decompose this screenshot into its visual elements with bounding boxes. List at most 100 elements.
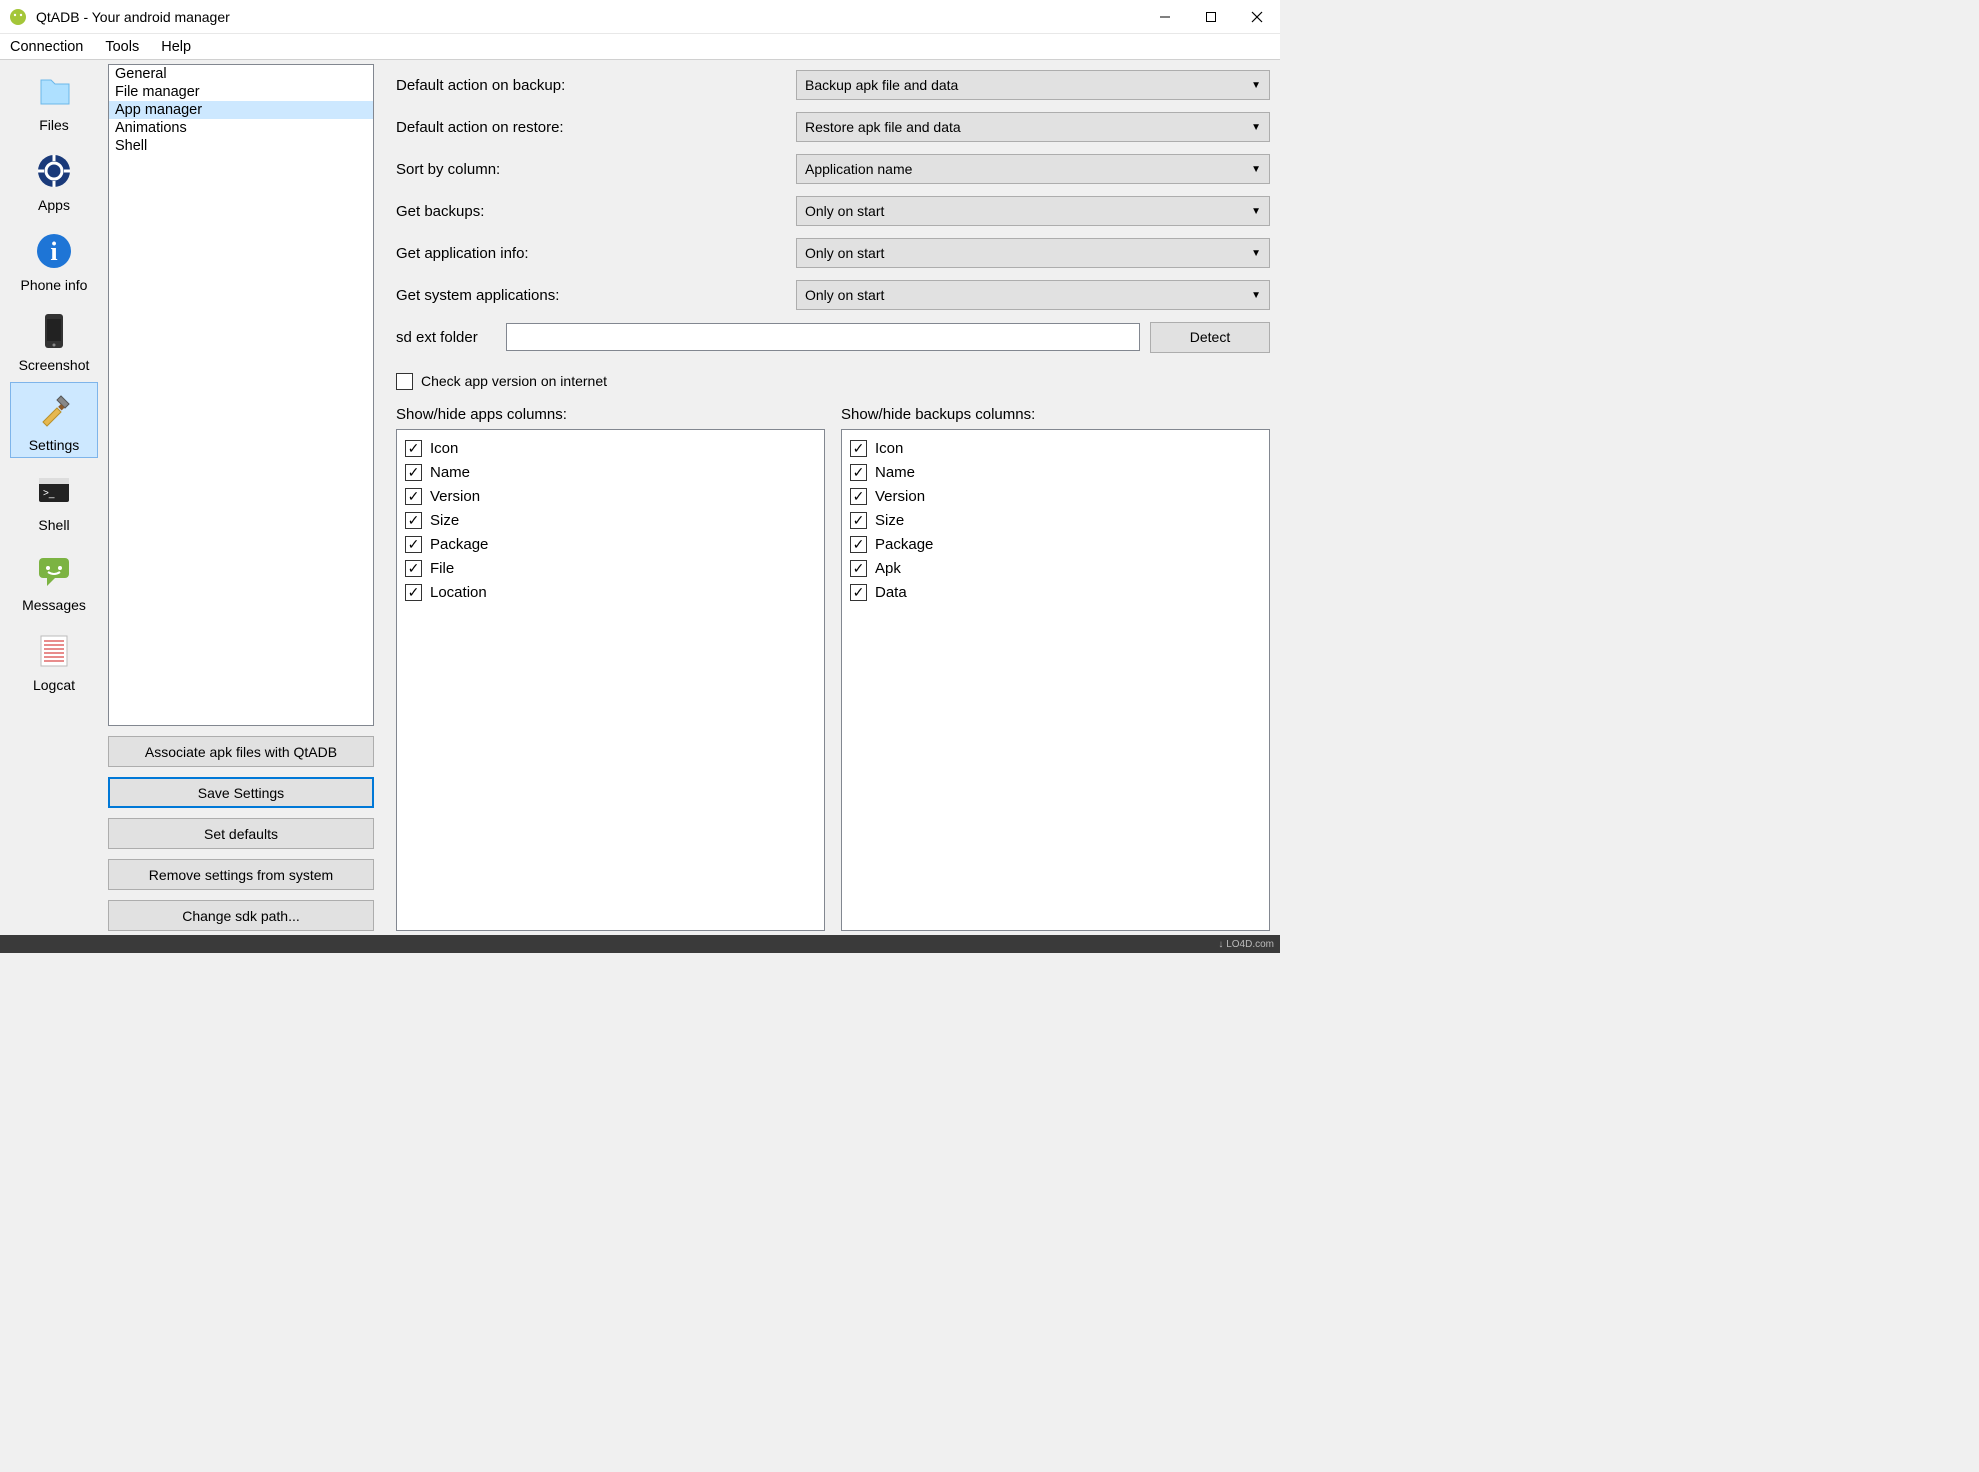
backups-column-checkbox[interactable]: ✓: [850, 488, 867, 505]
backups-columns-group: Show/hide backups columns: ✓ Icon ✓ Name ✓Ve…: [841, 406, 1270, 931]
combo-get-sys-apps[interactable]: Only on start ▼: [796, 280, 1270, 310]
apps-column-item: ✓Version: [405, 484, 816, 508]
menu-help[interactable]: Help: [157, 37, 195, 57]
backups-column-label: Icon: [875, 440, 903, 457]
chevron-down-icon: ▼: [1251, 80, 1261, 91]
backups-column-label: Data: [875, 584, 907, 601]
category-shell[interactable]: Shell: [109, 137, 373, 155]
backups-column-label: Name: [875, 464, 915, 481]
backups-column-label: Size: [875, 512, 904, 529]
chevron-down-icon: ▼: [1251, 290, 1261, 301]
backups-column-item: ✓ Name: [850, 460, 1261, 484]
backups-column-item: ✓ Data: [850, 580, 1261, 604]
menubar: Connection Tools Help: [0, 34, 1280, 60]
apps-column-checkbox[interactable]: ✓: [405, 560, 422, 577]
label-default-backup: Default action on backup:: [396, 77, 796, 94]
apps-column-item: ✓ Icon: [405, 436, 816, 460]
chevron-down-icon: ▼: [1251, 206, 1261, 217]
footer: ↓ LO4D.com: [0, 935, 1280, 953]
label-get-sys-apps: Get system applications:: [396, 287, 796, 304]
client-area: Files Apps i Phone info Screenshot Setti…: [0, 60, 1280, 935]
apps-column-item: ✓ Size: [405, 508, 816, 532]
sidebar-item-shell[interactable]: >_ Shell: [10, 462, 98, 538]
save-settings-button[interactable]: Save Settings: [108, 777, 374, 808]
apps-columns-group: Show/hide apps columns: ✓ Icon ✓ Name ✓Versi…: [396, 406, 825, 931]
backups-column-label: Package: [875, 536, 933, 553]
apps-column-checkbox[interactable]: ✓: [405, 512, 422, 529]
settings-categories-column: General File manager App manager Animati…: [108, 60, 374, 935]
sidebar-item-phone-info[interactable]: i Phone info: [10, 222, 98, 298]
check-version-checkbox[interactable]: [396, 373, 413, 390]
backups-column-item: ✓ Icon: [850, 436, 1261, 460]
apps-column-item: ✓ Name: [405, 460, 816, 484]
sidebar-item-screenshot[interactable]: Screenshot: [10, 302, 98, 378]
backups-column-label: Apk: [875, 560, 901, 577]
label-get-app-info: Get application info:: [396, 245, 796, 262]
maximize-button[interactable]: [1188, 0, 1234, 34]
backups-column-item: ✓ Size: [850, 508, 1261, 532]
sidebar-item-apps[interactable]: Apps: [10, 142, 98, 218]
backups-column-checkbox[interactable]: ✓: [850, 512, 867, 529]
apps-column-label: Package: [430, 536, 488, 553]
combo-default-backup[interactable]: Backup apk file and data ▼: [796, 70, 1270, 100]
phone-icon: [30, 307, 78, 355]
backups-column-checkbox[interactable]: ✓: [850, 440, 867, 457]
svg-text:>_: >_: [43, 488, 55, 499]
sidebar-item-settings[interactable]: Settings: [10, 382, 98, 458]
remove-settings-button[interactable]: Remove settings from system: [108, 859, 374, 890]
sidebar-item-files[interactable]: Files: [10, 62, 98, 138]
info-icon: i: [30, 227, 78, 275]
chevron-down-icon: ▼: [1251, 248, 1261, 259]
set-defaults-button[interactable]: Set defaults: [108, 818, 374, 849]
app-window: QtADB - Your android manager Connection …: [0, 0, 1280, 953]
minimize-button[interactable]: [1142, 0, 1188, 34]
combo-get-app-info[interactable]: Only on start ▼: [796, 238, 1270, 268]
titlebar: QtADB - Your android manager: [0, 0, 1280, 34]
combo-default-restore[interactable]: Restore apk file and data ▼: [796, 112, 1270, 142]
apps-columns-title: Show/hide apps columns:: [396, 406, 825, 423]
folder-icon: [30, 67, 78, 115]
android-icon: [8, 7, 28, 27]
apps-column-checkbox[interactable]: ✓: [405, 464, 422, 481]
settings-panel: Default action on backup: Backup apk fil…: [374, 60, 1280, 935]
apps-columns-list: ✓Icon✓Name✓Version✓Size✓Package✓File✓Loc…: [396, 429, 825, 931]
detect-button[interactable]: Detect: [1150, 322, 1270, 353]
apps-column-checkbox[interactable]: ✓: [405, 488, 422, 505]
backups-column-checkbox[interactable]: ✓: [850, 560, 867, 577]
label-sort-column: Sort by column:: [396, 161, 796, 178]
close-button[interactable]: [1234, 0, 1280, 34]
apps-column-label: Name: [430, 464, 470, 481]
apps-column-checkbox[interactable]: ✓: [405, 536, 422, 553]
apps-column-label: Icon: [430, 440, 458, 457]
sd-ext-input[interactable]: [506, 323, 1140, 351]
label-sd-ext: sd ext folder: [396, 329, 496, 346]
category-general[interactable]: General: [109, 65, 373, 83]
change-sdk-path-button[interactable]: Change sdk path...: [108, 900, 374, 931]
settings-categories-list[interactable]: General File manager App manager Animati…: [108, 64, 374, 726]
menu-connection[interactable]: Connection: [6, 37, 87, 57]
sidebar-item-logcat[interactable]: Logcat: [10, 622, 98, 698]
gear-icon: [30, 147, 78, 195]
category-app-manager[interactable]: App manager: [109, 101, 373, 119]
backups-column-checkbox[interactable]: ✓: [850, 464, 867, 481]
terminal-icon: >_: [30, 467, 78, 515]
apps-column-label: Size: [430, 512, 459, 529]
apps-column-checkbox[interactable]: ✓: [405, 584, 422, 601]
sidebar-item-messages[interactable]: Messages: [10, 542, 98, 618]
log-icon: [30, 627, 78, 675]
sidebar: Files Apps i Phone info Screenshot Setti…: [0, 60, 108, 935]
category-file-manager[interactable]: File manager: [109, 83, 373, 101]
backups-column-item: ✓Version: [850, 484, 1261, 508]
associate-apk-button[interactable]: Associate apk files with QtADB: [108, 736, 374, 767]
apps-column-item: ✓ Package: [405, 532, 816, 556]
apps-column-label: Location: [430, 584, 487, 601]
backups-column-checkbox[interactable]: ✓: [850, 536, 867, 553]
label-get-backups: Get backups:: [396, 203, 796, 220]
backups-columns-title: Show/hide backups columns:: [841, 406, 1270, 423]
menu-tools[interactable]: Tools: [101, 37, 143, 57]
category-animations[interactable]: Animations: [109, 119, 373, 137]
combo-get-backups[interactable]: Only on start ▼: [796, 196, 1270, 226]
apps-column-checkbox[interactable]: ✓: [405, 440, 422, 457]
backups-column-checkbox[interactable]: ✓: [850, 584, 867, 601]
combo-sort-column[interactable]: Application name ▼: [796, 154, 1270, 184]
